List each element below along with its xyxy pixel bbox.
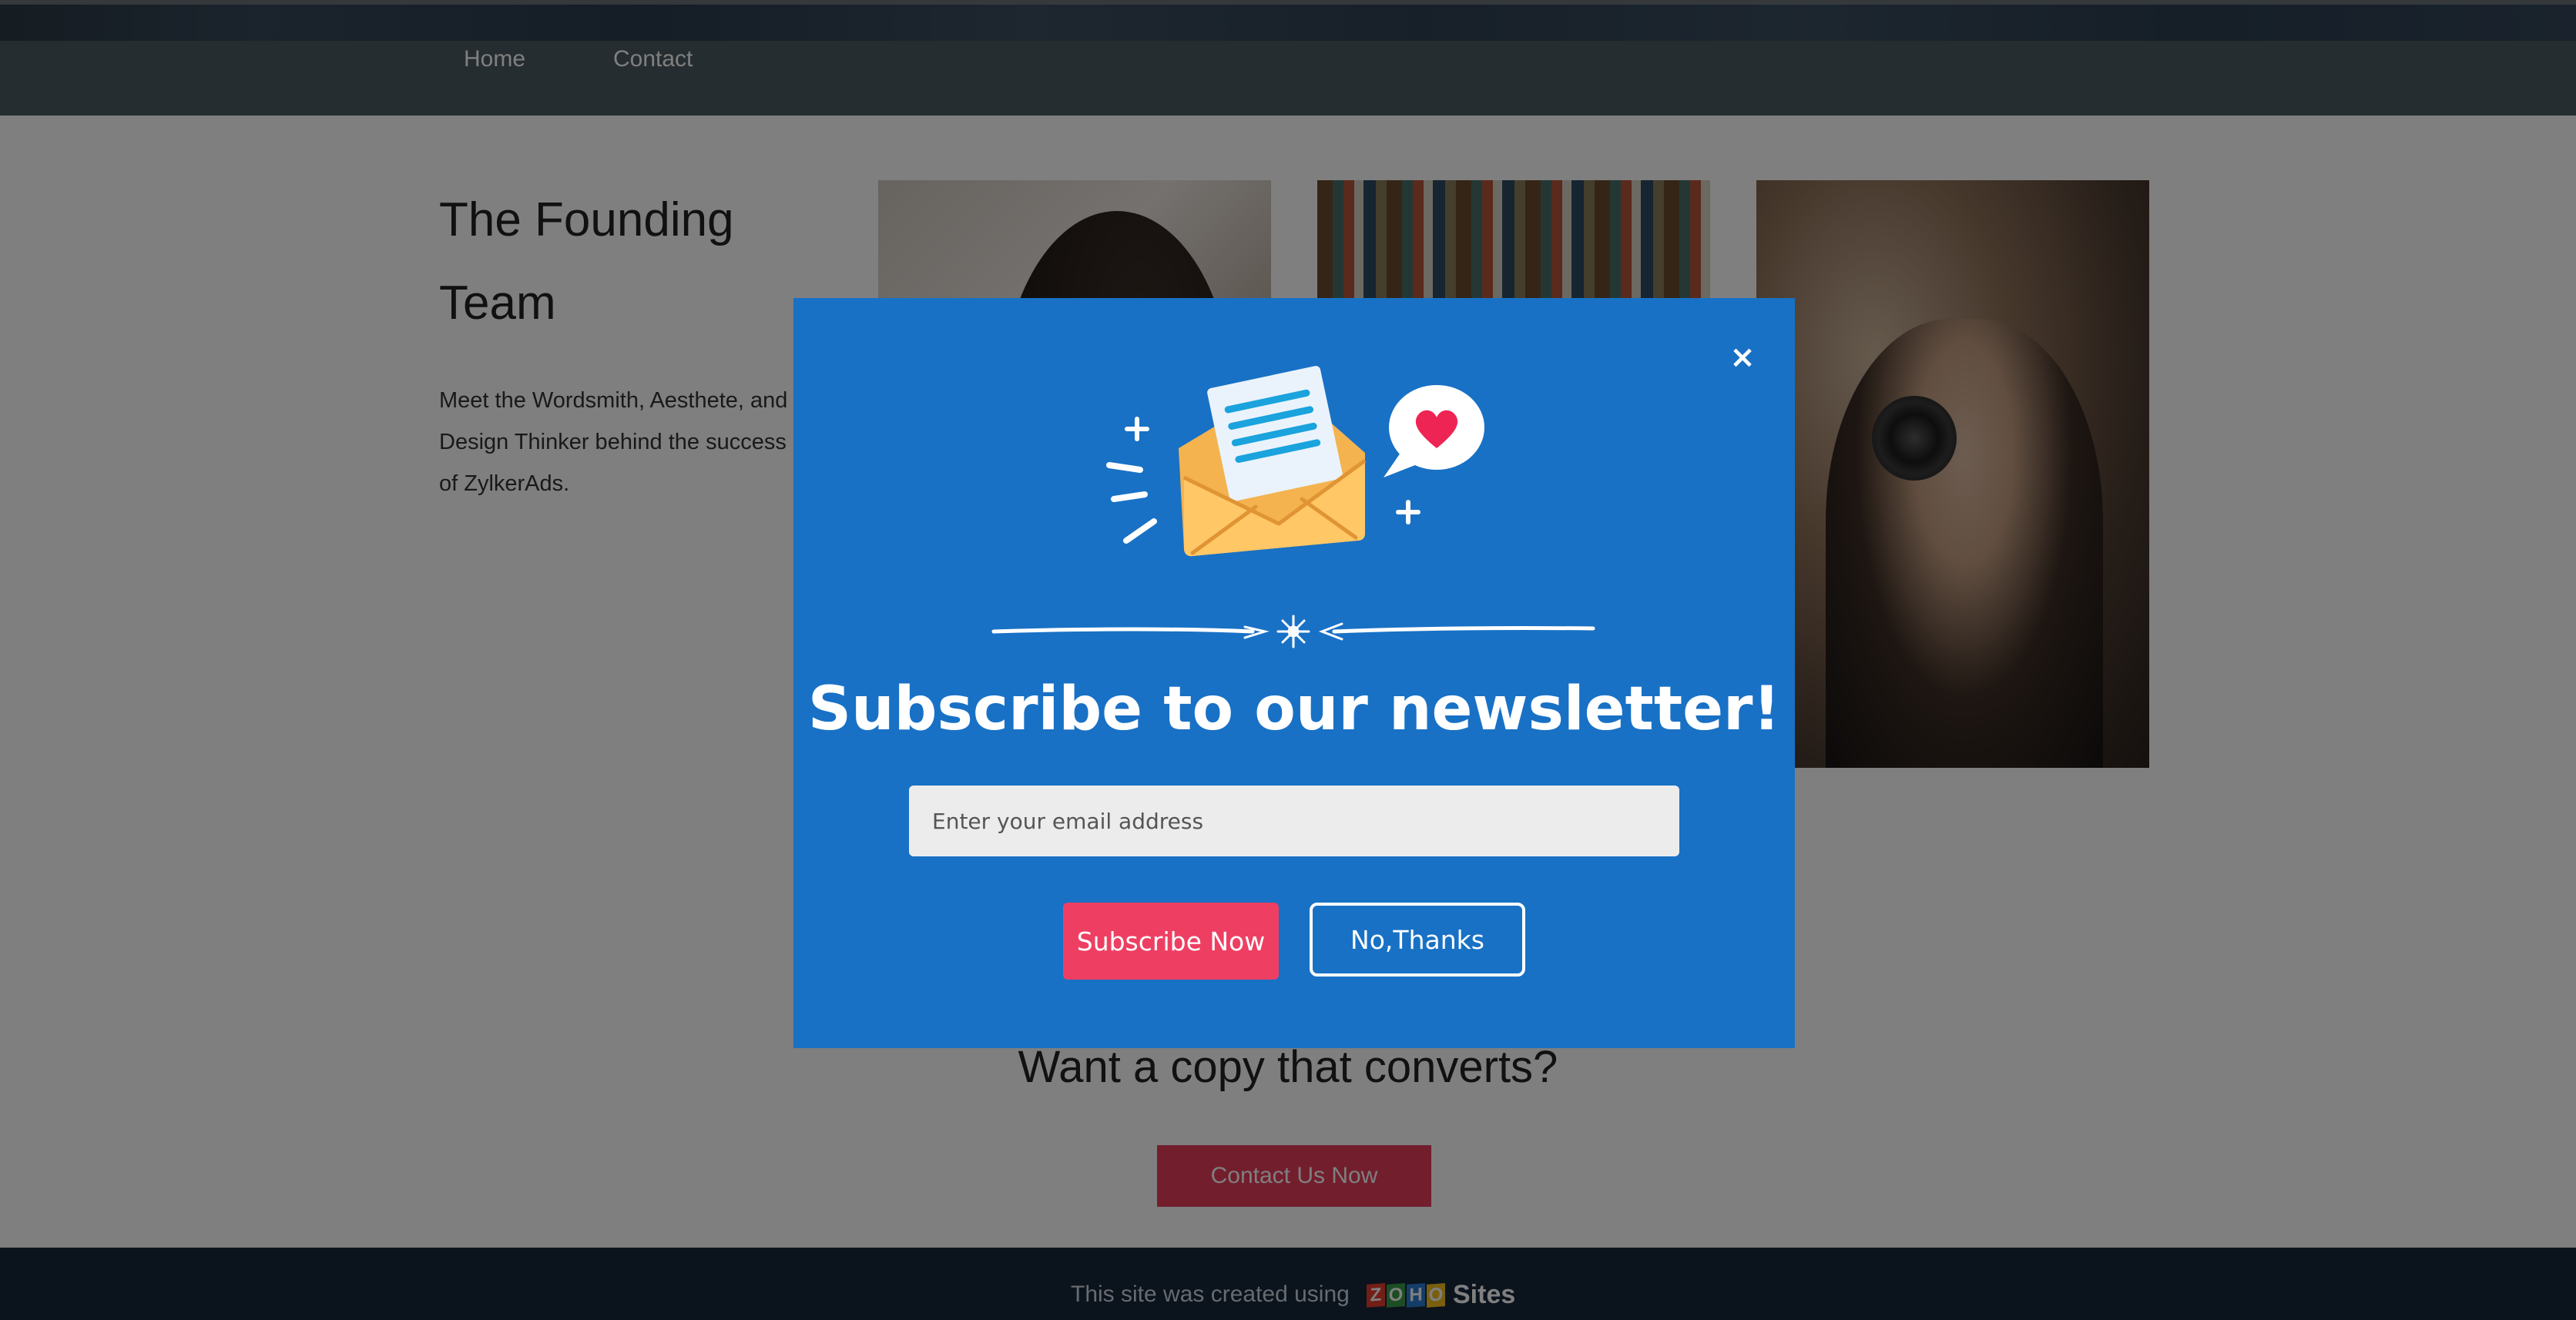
no-thanks-button[interactable]: No,Thanks [1310,903,1525,977]
envelope-letter-icon [1106,366,1484,557]
email-field[interactable] [909,786,1679,856]
close-icon[interactable]: × [1729,342,1756,373]
page: Home Contact The Founding Team Meet the … [0,0,2576,1320]
subscribe-now-button[interactable]: Subscribe Now [1063,903,1279,980]
decorative-divider [991,615,1595,648]
popup-title: Subscribe to our newsletter! [807,675,1781,744]
